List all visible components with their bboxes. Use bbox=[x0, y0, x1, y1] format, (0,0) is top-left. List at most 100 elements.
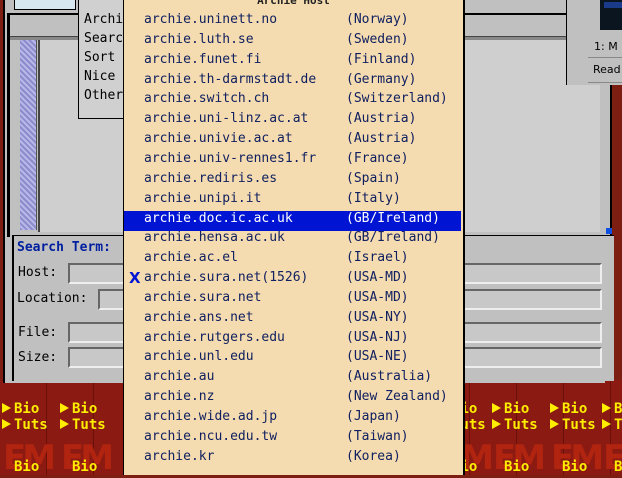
host-option[interactable]: archie.au (Australia) bbox=[124, 369, 461, 389]
host-country: (USA-MD) bbox=[346, 270, 409, 286]
banner-word1: Bio bbox=[14, 401, 40, 417]
scrollbar[interactable] bbox=[20, 40, 37, 230]
host-country: (Norway) bbox=[346, 12, 409, 27]
side-window-bar bbox=[604, 2, 622, 8]
host-country: (Taiwan) bbox=[346, 428, 409, 444]
host-country: (Korea) bbox=[346, 448, 401, 464]
host-country: (USA-NJ) bbox=[346, 329, 409, 345]
host-country: (France) bbox=[346, 150, 409, 166]
window-title-stub bbox=[14, 0, 76, 10]
status-indicator bbox=[606, 228, 612, 234]
host-option[interactable]: archie.hensa.ac.uk (GB/Ireland) bbox=[124, 230, 461, 250]
host-option[interactable]: archie.unipi.it (Italy) bbox=[124, 191, 461, 211]
side-window-line1: 1: M bbox=[594, 40, 618, 53]
banner-word1: Bio bbox=[614, 401, 622, 417]
host-option[interactable]: archie.wide.ad.jp (Japan) bbox=[124, 409, 461, 429]
host-option[interactable]: archie.ans.net (USA-NY) bbox=[124, 310, 461, 330]
bio-tuts-tile: BioTutsEMBio bbox=[600, 380, 622, 478]
banner-word1: Bio bbox=[72, 401, 98, 417]
host-country: (Switzerland) bbox=[346, 91, 448, 107]
host-country: (USA-NY) bbox=[346, 309, 409, 325]
banner-word1: Bio bbox=[614, 459, 622, 475]
host-option[interactable]: archie.ncu.edu.tw (Taiwan) bbox=[124, 429, 461, 449]
arrow-icon bbox=[492, 403, 501, 413]
banner-word2: Tuts bbox=[14, 417, 48, 433]
host-country: (Australia) bbox=[346, 369, 433, 385]
banner-word1: Bio bbox=[14, 459, 40, 475]
host-name: archie.uni-linz.ac.at bbox=[144, 111, 309, 127]
side-divider-2 bbox=[588, 82, 622, 83]
search-term-label: Search Term: bbox=[17, 240, 111, 255]
arrow-icon bbox=[60, 403, 69, 413]
host-option[interactable]: archie.sura.net (USA-MD) bbox=[124, 290, 461, 310]
host-option[interactable]: archie.uninett.no (Norway) bbox=[124, 12, 461, 32]
menu-item-search[interactable]: Searc bbox=[84, 31, 123, 46]
host-name: archie.ncu.edu.tw bbox=[144, 428, 278, 444]
menu-item-other[interactable]: Other bbox=[84, 88, 123, 103]
host-country: (Sweden) bbox=[346, 31, 409, 47]
banner-word1: Bio bbox=[504, 459, 530, 475]
host-option[interactable]: archie.funet.fi (Finland) bbox=[124, 52, 461, 72]
arrow-icon bbox=[602, 419, 611, 429]
bio-tuts-tile: BioTutsEMBio bbox=[58, 380, 114, 478]
host-country: (Italy) bbox=[346, 190, 401, 206]
host-name: archie.unl.edu bbox=[144, 349, 254, 365]
host-name: archie.univ-rennes1.fr bbox=[144, 150, 317, 166]
host-country: (Austria) bbox=[346, 111, 417, 127]
host-country: (Israel) bbox=[346, 250, 409, 266]
host-country: (Japan) bbox=[346, 409, 401, 424]
banner-word2: Tuts bbox=[562, 417, 596, 433]
host-name: archie.doc.ic.ac.uk bbox=[144, 210, 293, 226]
options-menu: Archi Searc Sort Nice Other bbox=[78, 0, 128, 119]
host-name: archie.ans.net bbox=[144, 309, 254, 325]
host-country: (GB/Ireland) bbox=[346, 210, 440, 226]
host-option[interactable]: archie.uni-linz.ac.at (Austria) bbox=[124, 111, 461, 131]
size-label: Size: bbox=[18, 350, 58, 365]
host-name: archie.unipi.it bbox=[144, 190, 262, 206]
host-option[interactable]: archie.univie.ac.at (Austria) bbox=[124, 131, 461, 151]
host-name: archie.uninett.no bbox=[144, 12, 278, 27]
menu-item-sort[interactable]: Sort bbox=[84, 50, 115, 65]
host-option[interactable]: archie.switch.ch (Switzerland) bbox=[124, 91, 461, 111]
banner-word1: Bio bbox=[72, 459, 98, 475]
host-option[interactable]: archie.nz (New Zealand) bbox=[124, 389, 461, 409]
archie-host-dropdown[interactable]: Archie Host archie.uninett.no (Norway) arc… bbox=[123, 0, 465, 475]
host-option[interactable]: archie.ac.el (Israel) bbox=[124, 250, 461, 270]
host-name: archie.univie.ac.at bbox=[144, 131, 293, 147]
menu-item-nice[interactable]: Nice bbox=[84, 69, 115, 84]
host-option[interactable]: archie.kr (Korea) bbox=[124, 449, 461, 469]
host-option[interactable]: archie.luth.se (Sweden) bbox=[124, 32, 461, 52]
location-label: Location: bbox=[17, 291, 88, 306]
file-label: File: bbox=[18, 325, 58, 340]
host-option[interactable]: archie.unl.edu (USA-NE) bbox=[124, 349, 461, 369]
arrow-icon bbox=[550, 419, 559, 429]
host-option[interactable]: archie.th-darmstadt.de (Germany) bbox=[124, 72, 461, 92]
host-country: (New Zealand) bbox=[346, 389, 448, 405]
bio-tuts-tile: BioTutsEMBio bbox=[490, 380, 546, 478]
host-option[interactable]: archie.univ-rennes1.fr (France) bbox=[124, 151, 461, 171]
menu-item-archie[interactable]: Archi bbox=[84, 12, 123, 27]
host-name: archie.au bbox=[144, 369, 215, 385]
host-label: Host: bbox=[18, 265, 58, 280]
host-option[interactable]: archie.rutgers.edu (USA-NJ) bbox=[124, 330, 461, 350]
banner-word2: Tuts bbox=[72, 417, 106, 433]
host-option[interactable]: archie.rediris.es (Spain) bbox=[124, 171, 461, 191]
selected-mark-icon: X bbox=[129, 269, 141, 288]
host-option[interactable]: Xarchie.sura.net(1526) (USA-MD) bbox=[124, 269, 461, 290]
bio-tuts-tile: BioTutsEMBio bbox=[548, 380, 604, 478]
host-country: (Spain) bbox=[346, 170, 401, 186]
host-name: archie.th-darmstadt.de bbox=[144, 71, 317, 87]
host-name: archie.rediris.es bbox=[144, 170, 278, 186]
host-name: archie.hensa.ac.uk bbox=[144, 230, 285, 246]
host-name: archie.rutgers.edu bbox=[144, 329, 285, 345]
dropdown-title: Archie Host bbox=[257, 0, 330, 7]
arrow-icon bbox=[550, 403, 559, 413]
host-name: archie.ac.el bbox=[144, 250, 238, 266]
arrow-icon bbox=[492, 419, 501, 429]
host-country: (GB/Ireland) bbox=[346, 230, 440, 246]
banner-word2: Tuts bbox=[504, 417, 538, 433]
host-option[interactable]: archie.doc.ic.ac.uk (GB/Ireland) bbox=[124, 210, 461, 231]
banner-word2: Tuts bbox=[614, 417, 622, 433]
host-name: archie.funet.fi bbox=[144, 51, 262, 67]
host-name: archie.nz bbox=[144, 389, 215, 405]
